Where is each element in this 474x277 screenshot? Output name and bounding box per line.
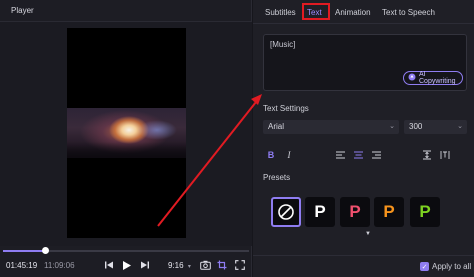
preset-none[interactable]: [271, 197, 301, 227]
preset-style-green[interactable]: P: [410, 197, 440, 227]
play-icon[interactable]: [120, 259, 132, 271]
playback-progress-fill: [3, 250, 45, 252]
fullscreen-icon[interactable]: [234, 259, 246, 271]
italic-icon[interactable]: I: [283, 149, 295, 161]
editor-tabs: Subtitles Text Animation Text to Speech: [253, 0, 474, 24]
total-time: 11:09:06: [44, 261, 75, 270]
preset-style-glyph: P: [314, 202, 326, 221]
more-presets-icon[interactable]: ▼: [365, 231, 371, 237]
apply-to-all-checkbox[interactable]: ✓ Apply to all: [420, 262, 471, 271]
preset-style-white[interactable]: P: [305, 197, 335, 227]
ai-copywriting-label: AI Copywriting: [419, 71, 456, 85]
checkbox-checked-icon: ✓: [420, 262, 429, 271]
text-settings-heading: Text Settings: [263, 104, 309, 113]
playback-controls: 01:45:19 11:09:06 9:16 ▾: [0, 256, 252, 277]
editor-footer: ✓ Apply to all: [253, 255, 474, 277]
current-time: 01:45:19: [6, 261, 38, 270]
ai-icon: [408, 73, 416, 83]
no-style-icon: [278, 204, 294, 220]
player-header: Player: [0, 0, 252, 22]
letter-spacing-icon[interactable]: [439, 149, 451, 161]
previous-frame-icon[interactable]: [103, 259, 115, 271]
video-frame-image: [67, 108, 186, 158]
ai-copywriting-button[interactable]: AI Copywriting: [403, 71, 463, 85]
tab-subtitles[interactable]: Subtitles: [265, 8, 296, 17]
preset-style-glyph: P: [383, 202, 395, 221]
align-left-icon[interactable]: [334, 149, 346, 161]
preset-style-glyph: P: [349, 202, 361, 221]
playback-scrubber-handle[interactable]: [41, 247, 49, 254]
align-center-icon[interactable]: [352, 149, 364, 161]
line-spacing-icon[interactable]: [421, 149, 433, 161]
video-stage: [0, 22, 252, 246]
font-family-select[interactable]: Arial ⌄: [263, 120, 399, 134]
font-size-value: 300: [409, 122, 423, 131]
crop-icon[interactable]: [216, 259, 228, 271]
bold-icon[interactable]: B: [265, 149, 277, 161]
player-title: Player: [11, 6, 34, 15]
aspect-ratio-value: 9:16: [168, 261, 184, 270]
apply-to-all-label: Apply to all: [432, 262, 472, 271]
snapshot-icon[interactable]: [199, 259, 211, 271]
subtitle-text-input[interactable]: [Music] AI Copywriting: [263, 34, 467, 91]
preset-style-glyph: P: [419, 202, 431, 221]
playback-progress-bar[interactable]: [3, 247, 249, 254]
font-size-select[interactable]: 300 ⌄: [404, 120, 467, 134]
preset-style-orange[interactable]: P: [374, 197, 404, 227]
tab-text-highlight: [302, 3, 330, 20]
text-editor-panel: Subtitles Text Animation Text to Speech …: [253, 0, 474, 277]
tab-animation[interactable]: Animation: [335, 8, 371, 17]
video-preview[interactable]: [67, 28, 186, 238]
chevron-down-icon: ⌄: [389, 123, 395, 130]
chevron-down-icon: ⌄: [457, 123, 463, 130]
aspect-ratio-select[interactable]: 9:16 ▾: [168, 261, 191, 270]
tab-text-to-speech[interactable]: Text to Speech: [382, 8, 435, 17]
subtitle-text-value: [Music]: [270, 40, 296, 49]
presets-heading: Presets: [263, 173, 291, 182]
player-panel: Player 01:45:19 11:09:06 9:16 ▾: [0, 0, 252, 277]
align-right-icon[interactable]: [370, 149, 382, 161]
next-frame-icon[interactable]: [139, 259, 151, 271]
chevron-down-icon: ▾: [187, 264, 191, 270]
font-family-value: Arial: [268, 122, 285, 131]
preset-style-pink[interactable]: P: [340, 197, 370, 227]
